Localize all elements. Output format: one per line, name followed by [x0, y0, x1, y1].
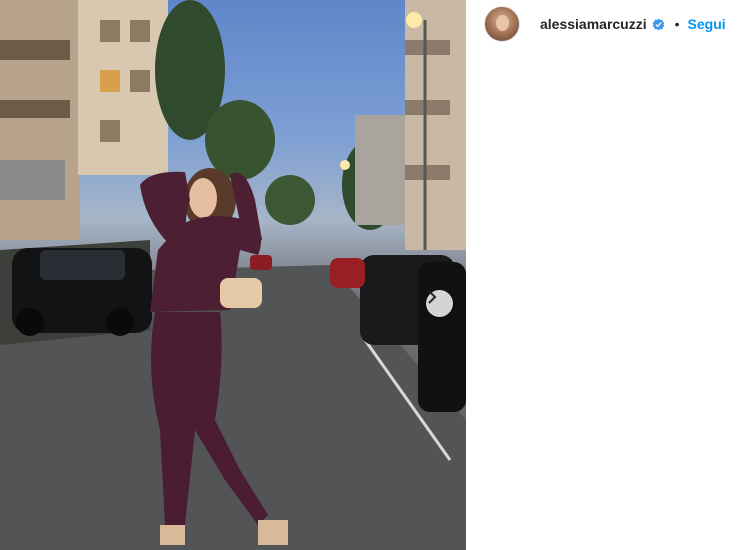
left-building-2: [78, 0, 168, 175]
verified-badge-icon: [652, 18, 664, 30]
street-lamp: [406, 12, 422, 28]
chevron-right-icon: [428, 290, 437, 304]
avatar-face: [496, 15, 509, 31]
follow-button[interactable]: Segui: [688, 16, 726, 32]
left-building: [0, 0, 80, 240]
post-image[interactable]: [0, 0, 466, 550]
street-photo: [0, 0, 466, 550]
post-sidebar: alessiamarcuzzi • Segui: [466, 0, 740, 550]
username-link[interactable]: alessiamarcuzzi: [540, 16, 647, 32]
next-image-button[interactable]: [426, 290, 453, 317]
avatar[interactable]: [484, 6, 520, 42]
right-building-2: [405, 0, 466, 250]
separator-dot: •: [674, 16, 680, 32]
post-header: alessiamarcuzzi • Segui: [484, 6, 726, 42]
right-building: [355, 115, 410, 225]
